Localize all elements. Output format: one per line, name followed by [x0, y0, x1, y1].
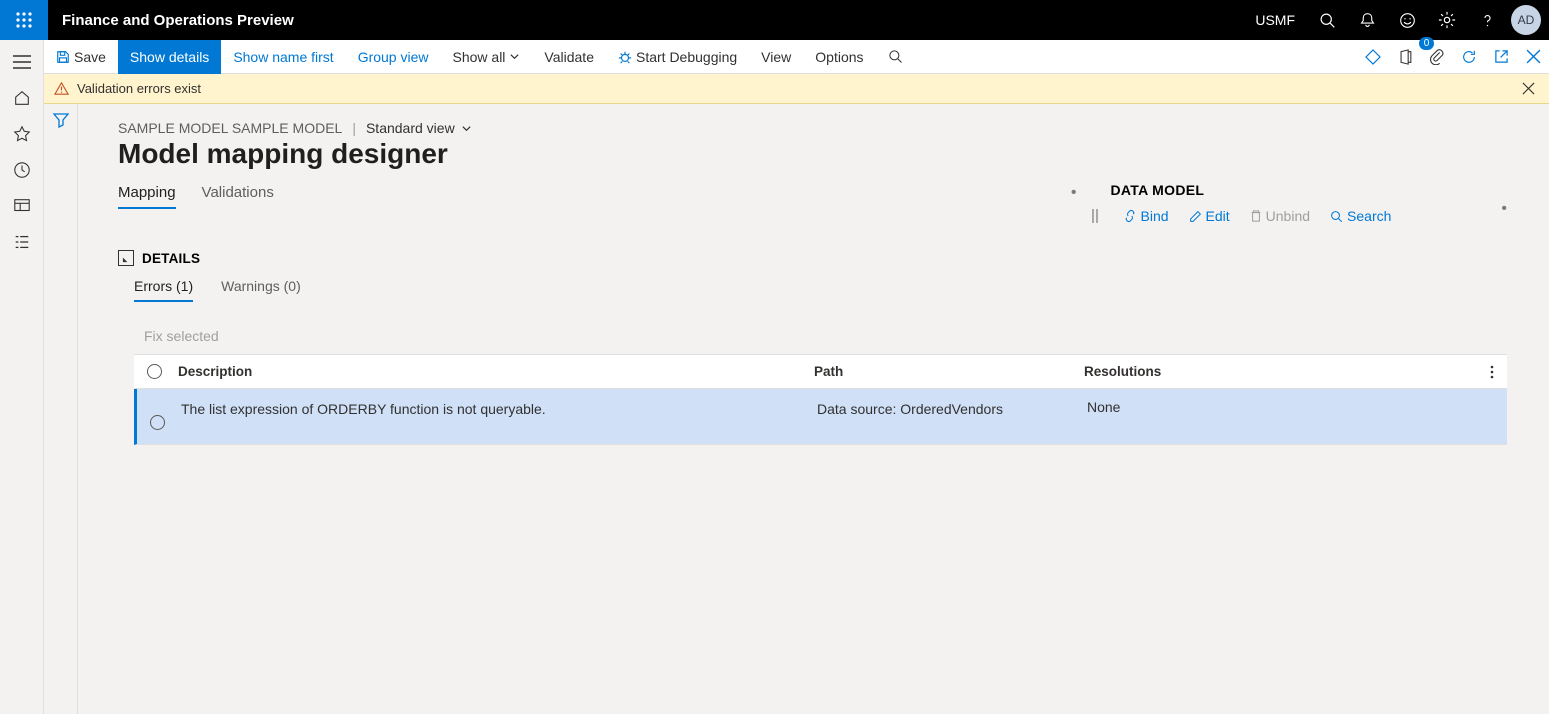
attachments-button[interactable]: 0 [1421, 40, 1453, 74]
unbind-button: Unbind [1250, 208, 1310, 224]
org-label[interactable]: USMF [1243, 12, 1307, 28]
trash-icon [1250, 209, 1262, 223]
view-button[interactable]: View [749, 40, 803, 74]
star-icon[interactable] [0, 116, 44, 152]
group-view-label: Group view [358, 49, 429, 65]
banner-text: Validation errors exist [77, 81, 201, 96]
breadcrumb-path: SAMPLE MODEL SAMPLE MODEL [118, 120, 342, 136]
office-icon[interactable] [1389, 40, 1421, 74]
home-icon[interactable] [0, 80, 44, 116]
start-debugging-label: Start Debugging [636, 49, 737, 65]
app-launcher-icon[interactable] [0, 0, 48, 40]
modules-icon[interactable] [0, 224, 44, 260]
dm-search-button[interactable]: Search [1330, 208, 1391, 224]
view-label: Standard view [366, 120, 455, 136]
view-selector[interactable]: Standard view [366, 120, 472, 136]
data-model-title: DATA MODEL [1111, 182, 1392, 198]
tab-validations[interactable]: Validations [202, 184, 274, 209]
save-label: Save [74, 49, 106, 65]
col-description[interactable]: Description [174, 364, 814, 379]
tab-errors[interactable]: Errors (1) [134, 278, 193, 302]
page-title: Model mapping designer [118, 138, 1527, 170]
options-label: Options [815, 49, 863, 65]
options-button[interactable]: Options [803, 40, 875, 74]
show-all-label: Show all [453, 49, 506, 65]
attachment-count: 0 [1419, 37, 1434, 50]
banner-close-icon[interactable] [1518, 78, 1539, 99]
view-label: View [761, 49, 791, 65]
col-resolutions[interactable]: Resolutions [1084, 364, 1477, 379]
hamburger-icon[interactable] [0, 44, 44, 80]
tab-mapping[interactable]: Mapping [118, 184, 176, 209]
chevron-down-icon [461, 123, 472, 134]
bug-icon [618, 50, 632, 64]
save-button[interactable]: Save [44, 40, 118, 74]
group-view-button[interactable]: Group view [346, 40, 441, 74]
grid-header: Description Path Resolutions [134, 355, 1507, 389]
row-radio[interactable] [150, 415, 165, 430]
close-icon[interactable] [1517, 40, 1549, 74]
tab-warnings[interactable]: Warnings (0) [221, 278, 301, 302]
grid-row[interactable]: The list expression of ORDERBY function … [134, 389, 1507, 445]
grid-menu-icon[interactable] [1477, 365, 1507, 379]
search-icon[interactable] [1307, 0, 1347, 40]
clock-icon[interactable] [0, 152, 44, 188]
workspace-icon[interactable] [0, 188, 44, 224]
show-details-label: Show details [130, 49, 209, 65]
gear-icon[interactable] [1427, 0, 1467, 40]
help-icon[interactable] [1467, 0, 1507, 40]
breadcrumb-separator: | [352, 120, 356, 136]
diamond-icon[interactable] [1357, 40, 1389, 74]
search-icon [1330, 210, 1343, 223]
warning-icon [54, 81, 69, 96]
details-collapse-icon[interactable] [118, 250, 134, 266]
pencil-icon [1189, 210, 1202, 223]
toolbar-search-icon[interactable] [876, 40, 915, 74]
grip-icon[interactable] [1091, 209, 1099, 223]
popout-icon[interactable] [1485, 40, 1517, 74]
chevron-down-icon [509, 51, 520, 62]
validation-banner: Validation errors exist [44, 74, 1549, 104]
cell-resolutions: None [1087, 399, 1477, 415]
edit-button[interactable]: Edit [1189, 208, 1230, 224]
show-name-first-label: Show name first [233, 49, 333, 65]
app-title: Finance and Operations Preview [48, 12, 308, 29]
bell-icon[interactable] [1347, 0, 1387, 40]
smile-icon[interactable] [1387, 0, 1427, 40]
filter-icon[interactable] [53, 112, 69, 128]
col-path[interactable]: Path [814, 364, 1084, 379]
details-label: DETAILS [142, 251, 200, 266]
start-debugging-button[interactable]: Start Debugging [606, 40, 749, 74]
cell-description: The list expression of ORDERBY function … [177, 401, 817, 417]
errors-grid: Description Path Resolutions The list ex… [134, 354, 1507, 445]
show-name-first-button[interactable]: Show name first [221, 40, 345, 74]
show-details-button[interactable]: Show details [118, 40, 221, 74]
drag-handle-icon[interactable]: • [1501, 200, 1507, 218]
show-all-button[interactable]: Show all [441, 40, 533, 74]
cell-path: Data source: OrderedVendors [817, 401, 1087, 417]
validate-button[interactable]: Validate [532, 40, 606, 74]
refresh-icon[interactable] [1453, 40, 1485, 74]
validate-label: Validate [544, 49, 594, 65]
bind-button[interactable]: Bind [1123, 208, 1169, 224]
fix-selected-button: Fix selected [144, 328, 1527, 344]
link-icon [1123, 209, 1137, 223]
select-all-radio[interactable] [147, 364, 162, 379]
avatar[interactable]: AD [1511, 5, 1541, 35]
